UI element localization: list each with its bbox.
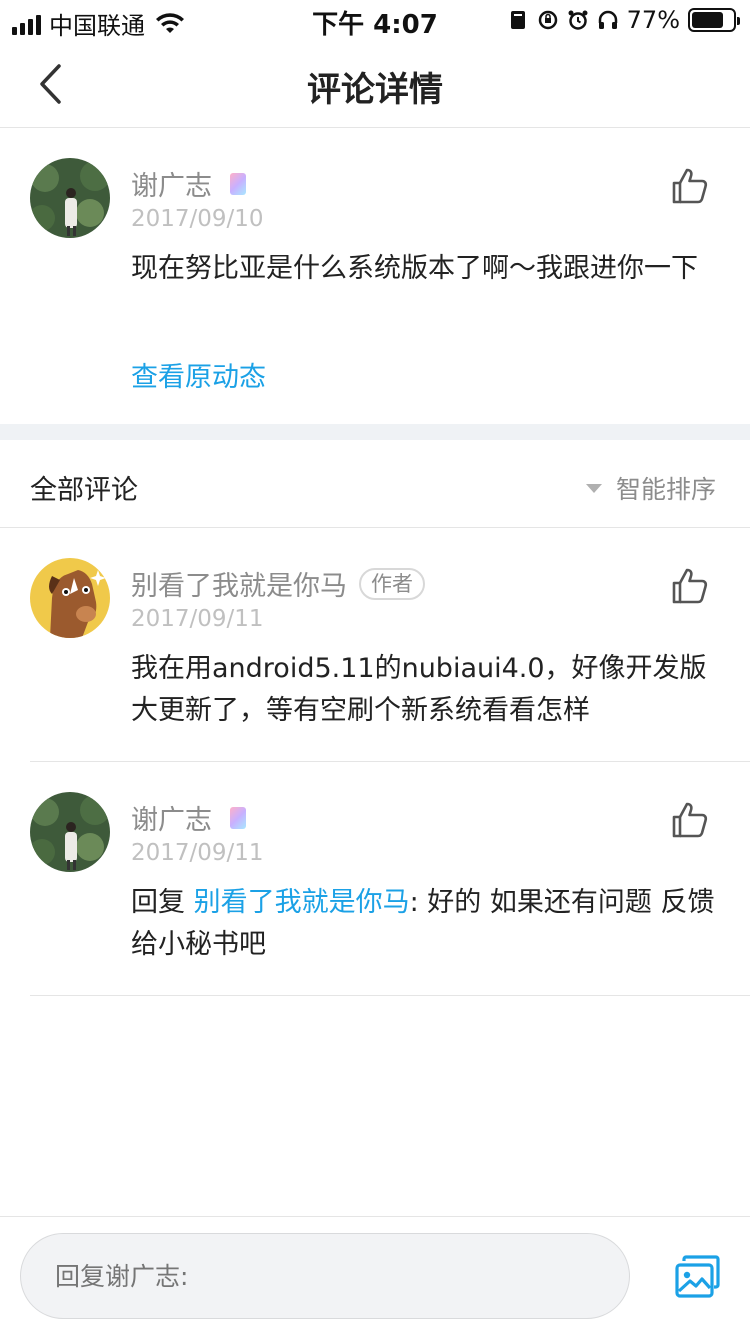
mention-link[interactable]: 别看了我就是你马 <box>194 887 410 918</box>
author-badge: 作者 <box>359 567 425 600</box>
sort-button[interactable]: 智能排序 <box>585 470 716 506</box>
list-item: 谢广志 2017/09/11 回复 别看了我就是你马: 好的 如果还有问题 反馈… <box>0 762 750 996</box>
user-photo-icon <box>30 158 110 238</box>
vip-badge-icon <box>230 172 246 195</box>
thumbs-up-icon <box>672 568 708 604</box>
user-photo-icon <box>30 792 110 872</box>
reply-bar <box>0 1216 750 1334</box>
image-picker-button[interactable] <box>674 1255 720 1299</box>
comment-date: 2017/09/10 <box>131 206 264 232</box>
commenter-name[interactable]: 谢广志 <box>131 798 212 837</box>
reply-input[interactable] <box>20 1233 630 1319</box>
commenter-name[interactable]: 别看了我就是你马 <box>131 564 347 603</box>
commenter-name[interactable]: 谢广志 <box>131 164 212 203</box>
comment-date: 2017/09/11 <box>131 840 264 866</box>
section-title: 全部评论 <box>30 475 138 506</box>
page-title: 评论详情 <box>307 70 443 110</box>
like-button[interactable] <box>670 566 710 606</box>
view-original-post-link[interactable]: 查看原动态 <box>131 355 266 394</box>
comment-text: 回复 别看了我就是你马: 好的 如果还有问题 反馈给小秘书吧 <box>131 882 721 966</box>
main-comment: 谢广志 2017/09/10 现在努比亚是什么系统版本了啊～我跟进你一下 <box>0 128 750 424</box>
book-icon <box>510 11 525 29</box>
comment-text: 现在努比亚是什么系统版本了啊～我跟进你一下 <box>131 253 698 284</box>
battery-percent: 77% <box>626 6 680 34</box>
list-item: 别看了我就是你马 作者 2017/09/11 我在用android5.11的nu… <box>0 528 750 762</box>
row-divider <box>30 995 750 996</box>
avatar[interactable] <box>30 158 110 238</box>
avatar[interactable] <box>30 792 110 872</box>
vip-badge-icon <box>230 806 246 829</box>
image-icon <box>675 1255 720 1298</box>
horse-avatar-icon <box>30 558 110 638</box>
reply-prefix: 回复 <box>131 887 194 918</box>
sort-arrow-icon <box>585 483 602 493</box>
thumbs-up-icon <box>672 168 708 204</box>
avatar[interactable] <box>30 558 110 638</box>
rotation-lock-icon <box>538 10 557 30</box>
alarm-icon <box>568 10 588 30</box>
status-bar: 中国联通 下午 4:07 77% <box>0 0 750 40</box>
headphones-icon <box>598 10 617 29</box>
like-button[interactable] <box>670 800 710 840</box>
section-divider <box>0 424 750 440</box>
thumbs-up-icon <box>672 802 708 838</box>
comments-header: 全部评论 智能排序 <box>0 440 750 528</box>
nav-bar: 评论详情 <box>0 40 750 128</box>
comment-text: 我在用android5.11的nubiaui4.0，好像开发版大更新了，等有空刷… <box>131 653 707 726</box>
like-button[interactable] <box>670 166 710 206</box>
comment-date: 2017/09/11 <box>131 606 264 632</box>
sort-label: 智能排序 <box>615 475 716 504</box>
battery-icon <box>688 8 740 32</box>
